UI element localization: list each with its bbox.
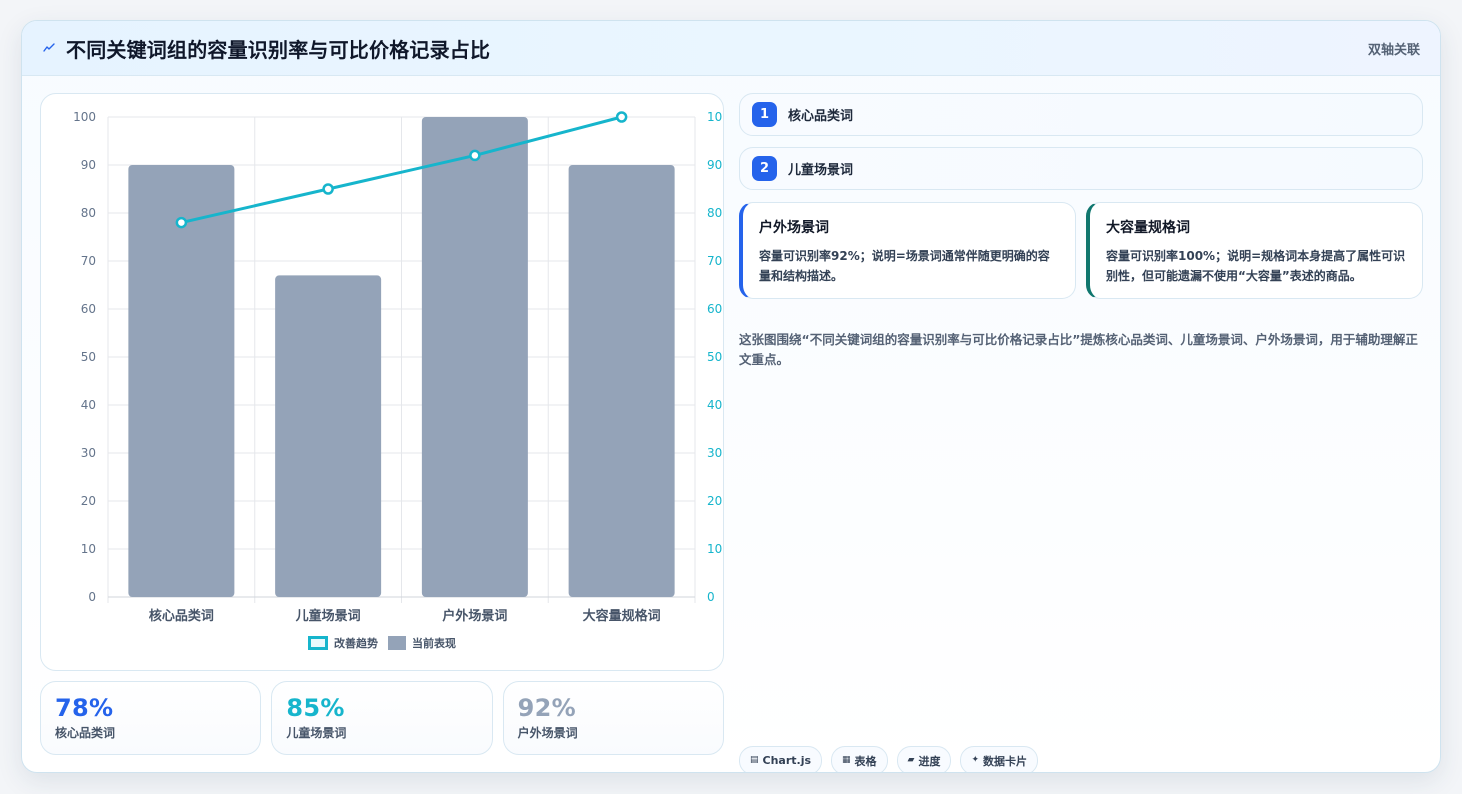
metric-label: 核心品类词 <box>55 726 116 740</box>
y-axis-tick-right: 100 <box>707 110 724 124</box>
detail-card-title: 户外场景词 <box>759 220 829 236</box>
y-axis-tick-left: 50 <box>81 350 96 364</box>
x-axis-category-label: 核心品类词 <box>149 608 214 624</box>
dual-axis-label: 双轴关联 <box>1367 42 1420 58</box>
metric-label: 儿童场景词 <box>286 726 347 740</box>
tag-row: ▤ Chart.js ▦ 表格 ▰ 进度 ✦ 数据卡片 <box>739 746 1039 772</box>
tag-label: Chart.js <box>762 754 812 767</box>
page-title: 不同关键词组的容量识别率与可比价格记录占比 <box>66 37 491 62</box>
title-group: 不同关键词组的容量识别率与可比价格记录占比 <box>42 34 490 63</box>
legend-label-current: 当前表现 <box>412 637 456 650</box>
y-axis-tick-right: 70 <box>707 254 722 268</box>
y-axis-tick-right: 10 <box>707 542 722 556</box>
y-axis-tick-left: 40 <box>81 398 96 412</box>
metric-label: 户外场景词 <box>517 726 578 740</box>
x-axis-category-label: 大容量规格词 <box>583 608 661 624</box>
tag-progress[interactable]: ▰ 进度 <box>896 746 952 772</box>
bar-current-performance[interactable] <box>421 117 528 597</box>
progress-icon: ▰ <box>907 755 915 765</box>
trend-point[interactable] <box>615 111 628 123</box>
detail-card-outdoor: 户外场景词 容量可识别率92%；说明=场景词通常伴随更明确的容量和结构描述。 <box>739 202 1076 299</box>
tag-label: 数据卡片 <box>983 754 1028 768</box>
y-axis-tick-left: 80 <box>81 206 96 220</box>
tag-label: 表格 <box>854 754 877 768</box>
line-chart-icon <box>42 41 56 55</box>
metric-card-child: 85% 儿童场景词 <box>271 681 493 755</box>
y-axis-tick-left: 30 <box>81 446 96 460</box>
detail-card-large-capacity: 大容量规格词 容量可识别率100%；说明=规格词本身提高了属性可识别性，但可能遗… <box>1086 202 1423 299</box>
rank-badge: 1 <box>752 102 777 127</box>
dashboard-card: 不同关键词组的容量识别率与可比价格记录占比 双轴关联 0 0 10 10 20 20 30 3… <box>21 20 1441 773</box>
trend-point[interactable] <box>322 183 334 195</box>
x-axis-category-label: 儿童场景词 <box>295 608 361 624</box>
y-axis-tick-right: 30 <box>707 446 722 460</box>
y-axis-tick-right: 50 <box>707 350 722 364</box>
rank-label: 核心品类词 <box>788 109 854 124</box>
y-axis-tick-left: 20 <box>81 494 96 508</box>
legend-item-current[interactable]: 当前表现 <box>388 635 456 651</box>
bar-current-performance[interactable] <box>128 165 235 597</box>
summary-text: 这张图围绕“不同关键词组的容量识别率与可比价格记录占比”提炼核心品类词、儿童场景… <box>739 332 1418 367</box>
chart-icon: ▤ <box>750 755 759 765</box>
y-axis-tick-right: 40 <box>707 398 722 412</box>
y-axis-tick-right: 60 <box>707 302 722 316</box>
detail-card-text: 容量可识别率92%；说明=场景词通常伴随更明确的容量和结构描述。 <box>759 249 1050 283</box>
legend-item-trend[interactable]: 改善趋势 <box>308 635 378 651</box>
detail-card-title: 大容量规格词 <box>1106 220 1190 236</box>
y-axis-tick-left: 10 <box>81 542 96 556</box>
y-axis-tick-right: 0 <box>707 590 715 604</box>
metric-value: 85% <box>286 694 345 722</box>
y-axis-tick-left: 60 <box>81 302 96 316</box>
table-icon: ▦ <box>842 755 851 765</box>
bar-current-performance[interactable] <box>275 275 382 597</box>
trend-point[interactable] <box>175 216 188 229</box>
ranked-list-item[interactable]: 1 核心品类词 <box>739 93 1423 136</box>
y-axis-tick-left: 0 <box>88 590 96 604</box>
tag-table[interactable]: ▦ 表格 <box>831 746 888 772</box>
sparkle-icon: ✦ <box>971 755 980 765</box>
ranked-list-item[interactable]: 2 儿童场景词 <box>739 147 1423 190</box>
metric-card-core: 78% 核心品类词 <box>40 681 262 755</box>
chart-panel: 0 0 10 10 20 20 30 30 40 40 50 50 60 60 70 70 80 80 90 90 10… <box>40 93 724 671</box>
rank-badge: 2 <box>752 156 777 181</box>
chart-legend: 改善趋势 当前表现 <box>41 635 723 651</box>
combo-chart: 0 0 10 10 20 20 30 30 40 40 50 50 60 60 70 70 80 80 90 90 10… <box>73 110 724 624</box>
tag-chartjs[interactable]: ▤ Chart.js <box>739 746 823 772</box>
metric-value: 92% <box>517 694 577 722</box>
y-axis-tick-left: 90 <box>81 158 96 172</box>
detail-card-row: 户外场景词 容量可识别率92%；说明=场景词通常伴随更明确的容量和结构描述。 大… <box>739 202 1423 299</box>
legend-label-trend: 改善趋势 <box>334 637 378 650</box>
y-axis-tick-left: 70 <box>81 254 96 268</box>
y-axis-tick-right: 20 <box>707 494 722 508</box>
rank-label: 儿童场景词 <box>788 163 854 178</box>
x-axis-category-label: 户外场景词 <box>442 608 507 624</box>
legend-bar-swatch <box>388 636 406 650</box>
tag-label: 进度 <box>918 754 941 768</box>
card-header: 不同关键词组的容量识别率与可比价格记录占比 双轴关联 <box>22 21 1440 76</box>
y-axis-tick-left: 100 <box>73 110 96 124</box>
metric-card-outdoor: 92% 户外场景词 <box>502 681 724 755</box>
y-axis-tick-right: 80 <box>707 206 722 220</box>
metric-value: 78% <box>55 694 114 722</box>
trend-point[interactable] <box>469 149 481 162</box>
legend-line-swatch <box>308 636 328 650</box>
y-axis-tick-right: 90 <box>707 158 722 172</box>
insight-panel: 1 核心品类词 2 儿童场景词 户外场景词 容量可识别率92%；说明=场景词通常… <box>739 93 1423 772</box>
detail-card-text: 容量可识别率100%；说明=规格词本身提高了属性可识别性，但可能遗漏不使用“大容… <box>1106 249 1406 283</box>
metric-row: 78% 核心品类词 85% 儿童场景词 92% 户外场景词 <box>40 681 724 755</box>
tag-data-card[interactable]: ✦ 数据卡片 <box>960 746 1039 772</box>
bar-current-performance[interactable] <box>568 165 675 597</box>
